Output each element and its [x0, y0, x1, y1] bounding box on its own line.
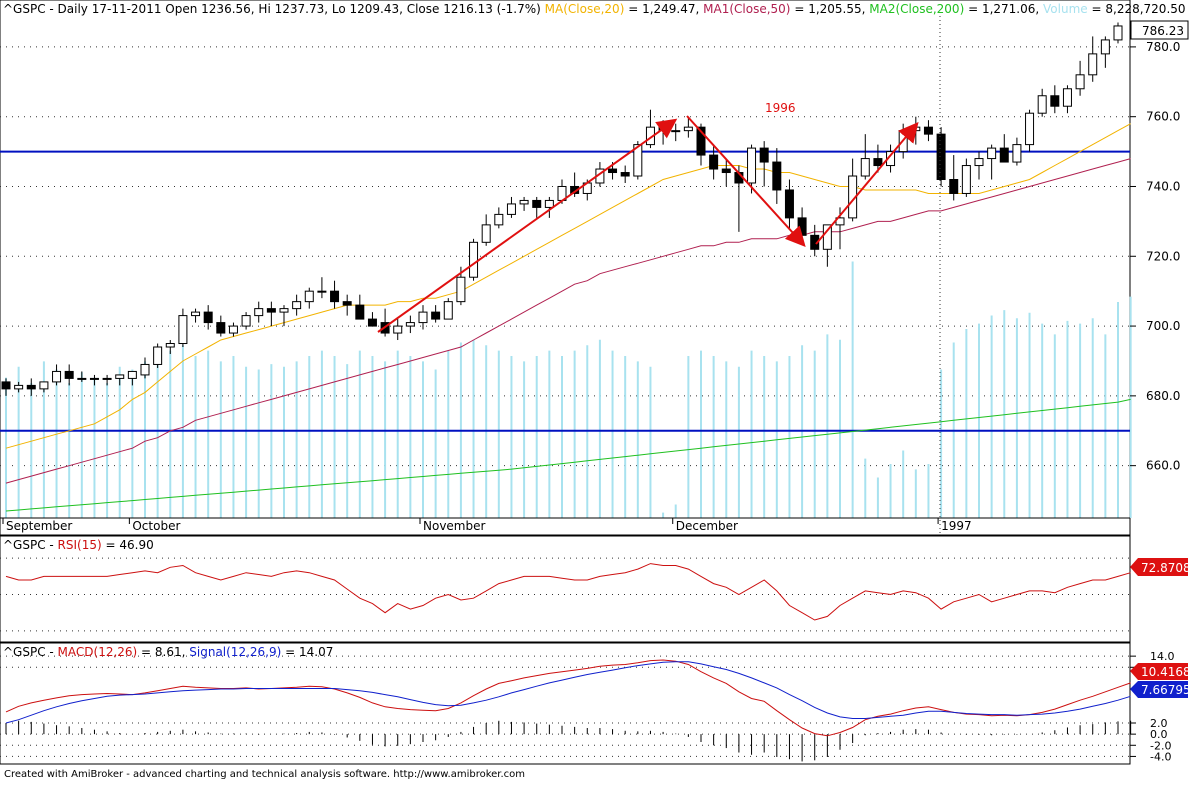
candle-body	[961, 165, 971, 194]
candle-body	[26, 384, 36, 390]
candle-body	[115, 374, 125, 379]
candle-body	[860, 158, 870, 177]
candle-body	[797, 217, 807, 236]
candle-body	[203, 311, 213, 324]
candle-body	[620, 172, 630, 177]
x-tick-label: 1997	[941, 519, 972, 533]
x-tick-label: December	[676, 519, 738, 533]
candle-body	[759, 147, 769, 163]
candle-body	[241, 315, 251, 327]
candle-body	[228, 325, 238, 334]
candle-body	[1100, 39, 1110, 55]
candle-body	[1075, 74, 1085, 90]
y-tick-label: 700.0	[1146, 319, 1180, 333]
candle-body	[304, 290, 314, 303]
candle-body	[342, 301, 352, 306]
candle-body	[254, 308, 264, 317]
rsi-last-label: 72.8708	[1130, 558, 1191, 576]
y-tick-label: 660.0	[1146, 459, 1180, 473]
candle-body	[506, 203, 516, 215]
annotation-1996: 1996	[765, 101, 796, 115]
price-header: ^GSPC - Daily 17-11-2011 Open 1236.56, H…	[3, 2, 1186, 16]
candle-body	[330, 290, 340, 303]
candle-body	[1113, 25, 1123, 41]
candle-body	[784, 189, 794, 219]
candle-body	[1088, 53, 1098, 76]
candle-body	[999, 147, 1009, 163]
svg-text:72.8708: 72.8708	[1141, 561, 1191, 575]
candle-body	[949, 179, 959, 194]
candle-body	[456, 276, 466, 303]
signal-last-label: 7.66795	[1130, 681, 1191, 698]
candle-body	[431, 311, 441, 320]
candle-body	[153, 346, 163, 365]
candle-body	[279, 308, 289, 313]
candle-body	[1025, 112, 1035, 146]
candle-body	[1037, 95, 1047, 114]
candle-body	[127, 370, 137, 379]
candle-body	[64, 370, 74, 379]
candle-body	[1062, 88, 1072, 107]
candle-body	[772, 161, 782, 191]
candle-body	[102, 377, 112, 380]
candle-body	[974, 158, 984, 167]
candle-body	[216, 322, 226, 334]
svg-text:7.66795: 7.66795	[1141, 683, 1191, 697]
y-tick-label: 740.0	[1146, 179, 1180, 193]
candle-body	[367, 318, 377, 327]
candle-body	[1012, 144, 1022, 163]
candle-body	[178, 315, 188, 345]
candle-body	[317, 290, 327, 293]
y-tick-label: 780.0	[1146, 40, 1180, 54]
candle-body	[292, 301, 302, 310]
candle-body	[191, 311, 201, 317]
candle-body	[532, 199, 542, 208]
y-tick-label: 760.0	[1146, 110, 1180, 124]
candle-body	[721, 168, 731, 174]
y-tick-label: -4.0	[1150, 750, 1171, 763]
macd-last-label: 10.4168	[1130, 663, 1191, 680]
rsi-header: ^GSPC - RSI(15) = 46.90	[3, 538, 154, 552]
macd-header: ^GSPC - MACD(12,26) = 8.61, Signal(12,26…	[3, 645, 333, 659]
candle-body	[936, 133, 946, 181]
candle-body	[418, 311, 428, 324]
x-tick-label: September	[6, 519, 72, 533]
candle-body	[747, 147, 757, 184]
candle-body	[393, 325, 403, 334]
candle-body	[481, 224, 491, 243]
y-tick-label: 680.0	[1146, 389, 1180, 403]
svg-text:786.23: 786.23	[1142, 24, 1184, 38]
candle-body	[405, 322, 415, 327]
candle-body	[165, 343, 175, 348]
candle-body	[671, 130, 681, 133]
y-tick-label: 720.0	[1146, 249, 1180, 263]
candle-body	[1, 381, 11, 390]
candle-body	[52, 370, 62, 383]
candle-body	[519, 199, 529, 205]
x-tick-label: October	[132, 519, 180, 533]
candle-body	[608, 168, 618, 174]
candle-body	[39, 381, 49, 390]
candle-body	[873, 158, 883, 167]
candle-body	[709, 154, 719, 170]
candle-body	[494, 213, 504, 226]
candle-body	[89, 377, 99, 380]
candle-body	[140, 363, 150, 376]
svg-text:10.4168: 10.4168	[1141, 665, 1191, 679]
candle-body	[544, 199, 554, 208]
candle-body	[77, 377, 87, 380]
candle-body	[469, 241, 479, 278]
candle-body	[1050, 95, 1060, 107]
candle-body	[443, 301, 453, 320]
footer-credit: Created with AmiBroker - advanced charti…	[4, 769, 525, 780]
candle-body	[355, 304, 365, 320]
candle-body	[987, 147, 997, 160]
last-price-label: 786.23	[1130, 20, 1189, 40]
candle-body	[14, 384, 24, 390]
candle-body	[683, 126, 693, 132]
x-tick-label: November	[423, 519, 485, 533]
amibroker-chart: 1996 ^GSPC - Daily 17-11-2011 Open 1236.…	[0, 0, 1191, 781]
candle-body	[923, 126, 933, 135]
candle-body	[266, 308, 276, 313]
